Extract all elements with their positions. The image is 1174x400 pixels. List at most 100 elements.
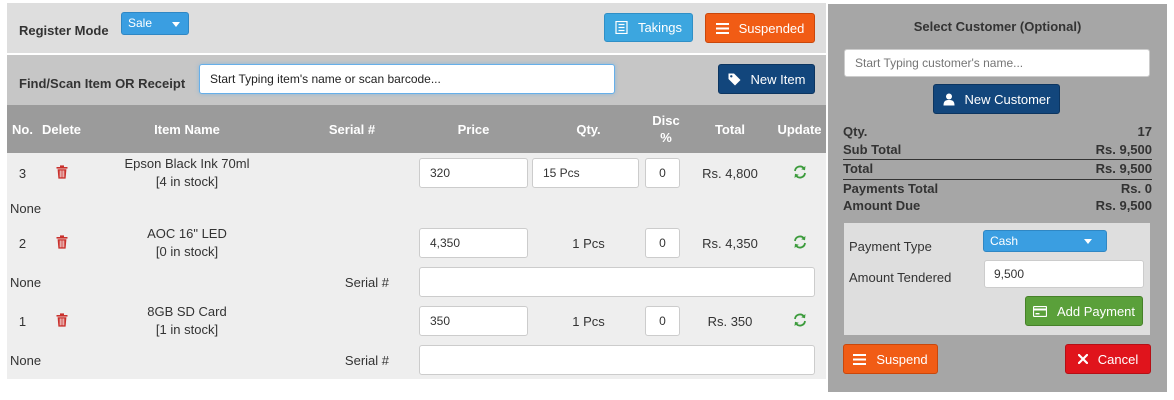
user-icon <box>943 93 955 105</box>
header-qty: Qty. <box>532 105 645 153</box>
serial-cell <box>289 223 415 263</box>
table-subrow: None Serial # <box>7 263 826 301</box>
row-note: None <box>7 341 289 379</box>
item-search-input[interactable] <box>199 64 615 94</box>
add-payment-label: Add Payment <box>1056 303 1136 319</box>
summary-due-label: Amount Due <box>843 198 921 213</box>
summary-total: Total Rs. 9,500 <box>843 159 1152 177</box>
serial-cell <box>415 341 826 379</box>
register-mode-value: Sale <box>128 16 153 30</box>
caret-down-icon <box>172 22 180 27</box>
list-icon <box>615 21 628 34</box>
order-summary: Qty. 17 Sub Total Rs. 9,500 Total Rs. 9,… <box>843 123 1152 215</box>
serial-input[interactable] <box>419 345 815 375</box>
serial-label: Serial # <box>289 263 415 301</box>
update-item-button[interactable] <box>773 153 826 193</box>
checkout-panel: Select Customer (Optional) New Customer … <box>828 4 1167 392</box>
line-total: Rs. 4,800 <box>687 153 773 193</box>
discount-input[interactable] <box>645 158 680 188</box>
amount-tendered-input[interactable] <box>984 260 1144 288</box>
update-item-button[interactable] <box>773 223 826 263</box>
disc-cell <box>645 223 687 263</box>
serial-input[interactable] <box>419 267 815 297</box>
item-stock: [0 in stock] <box>155 244 219 259</box>
register-panel: Register Mode Sale Takings Suspended Fin… <box>7 3 826 379</box>
serial-cell <box>289 153 415 193</box>
header-serial: Serial # <box>289 105 415 153</box>
find-bar: Find/Scan Item OR Receipt New Item <box>7 55 826 105</box>
update-item-button[interactable] <box>773 301 826 341</box>
table-row: 3 Epson Black Ink 70ml [4 in stock] 320 … <box>7 153 826 193</box>
summary-total-label: Total <box>843 161 874 176</box>
header-no: No. <box>7 105 38 153</box>
add-payment-button[interactable]: Add Payment <box>1025 296 1143 326</box>
item-name: 8GB SD Card <box>147 304 227 319</box>
takings-button[interactable]: Takings <box>604 13 693 42</box>
register-mode-bar: Register Mode Sale Takings Suspended <box>7 3 826 53</box>
disc-cell <box>645 153 687 193</box>
new-customer-label: New Customer <box>964 91 1051 107</box>
cancel-button[interactable]: Cancel <box>1065 344 1151 374</box>
delete-item-button[interactable] <box>38 153 85 193</box>
delete-item-button[interactable] <box>38 223 85 263</box>
suspend-button[interactable]: Suspend <box>843 344 938 374</box>
summary-payments-label: Payments Total <box>843 181 939 196</box>
suspended-button[interactable]: Suspended <box>705 13 815 43</box>
lines-icon <box>715 22 729 34</box>
summary-due: Amount Due Rs. 9,500 <box>843 197 1152 215</box>
summary-qty-value: 17 <box>1137 124 1152 139</box>
customer-search-input[interactable] <box>844 49 1150 77</box>
qty-text: 1 Pcs <box>532 301 645 341</box>
header-price: Price <box>415 105 532 153</box>
header-delete: Delete <box>38 105 85 153</box>
table-row: 2 AOC 16" LED [0 in stock] 4,350 1 Pcs 0… <box>7 223 826 263</box>
row-number: 1 <box>7 301 38 341</box>
price-input[interactable] <box>419 228 528 258</box>
new-customer-button[interactable]: New Customer <box>933 84 1060 114</box>
serial-empty <box>289 193 826 223</box>
summary-qty-label: Qty. <box>843 124 868 139</box>
summary-subtotal: Sub Total Rs. 9,500 <box>843 141 1152 159</box>
line-total: Rs. 350 <box>687 301 773 341</box>
discount-input[interactable] <box>645 306 680 336</box>
price-cell <box>415 301 532 341</box>
trash-icon <box>56 164 67 179</box>
trash-icon <box>56 312 67 327</box>
summary-payments-value: Rs. 0 <box>1120 181 1152 196</box>
qty-text: 1 Pcs <box>532 223 645 263</box>
payment-type-value: Cash <box>990 234 1019 248</box>
payment-type-select[interactable]: Cash <box>983 230 1107 252</box>
cart-table-header: No. Delete Item Name Serial # Price Qty.… <box>7 105 826 153</box>
header-disc: Disc % <box>645 105 687 153</box>
summary-payments: Payments Total Rs. 0 <box>843 179 1152 197</box>
lines-icon <box>853 353 867 365</box>
register-mode-label: Register Mode <box>19 23 109 38</box>
price-cell <box>415 223 532 263</box>
item-stock: [1 in stock] <box>155 322 219 337</box>
price-input[interactable] <box>419 158 528 188</box>
price-input[interactable] <box>419 306 528 336</box>
qty-cell <box>532 153 645 193</box>
suspend-label: Suspend <box>876 351 928 367</box>
register-mode-select[interactable]: Sale <box>121 12 189 35</box>
discount-input[interactable] <box>645 228 680 258</box>
card-icon <box>1032 305 1047 317</box>
payment-type-label: Payment Type <box>849 239 932 254</box>
header-disc-line2: % <box>660 130 672 145</box>
close-icon <box>1077 354 1088 364</box>
cancel-label: Cancel <box>1097 351 1139 367</box>
delete-item-button[interactable] <box>38 301 85 341</box>
header-total: Total <box>687 105 773 153</box>
caret-down-icon <box>1084 239 1092 244</box>
item-name-cell: AOC 16" LED [0 in stock] <box>85 223 289 263</box>
summary-subtotal-value: Rs. 9,500 <box>1095 142 1152 157</box>
table-subrow: None Serial # <box>7 341 826 379</box>
suspended-label: Suspended <box>738 20 805 36</box>
summary-due-value: Rs. 9,500 <box>1095 198 1152 213</box>
qty-input[interactable] <box>532 158 639 188</box>
new-item-button[interactable]: New Item <box>718 64 815 94</box>
serial-label: Serial # <box>289 341 415 379</box>
row-number: 3 <box>7 153 38 193</box>
find-label: Find/Scan Item OR Receipt <box>19 76 186 91</box>
item-name: Epson Black Ink 70ml <box>124 156 250 171</box>
